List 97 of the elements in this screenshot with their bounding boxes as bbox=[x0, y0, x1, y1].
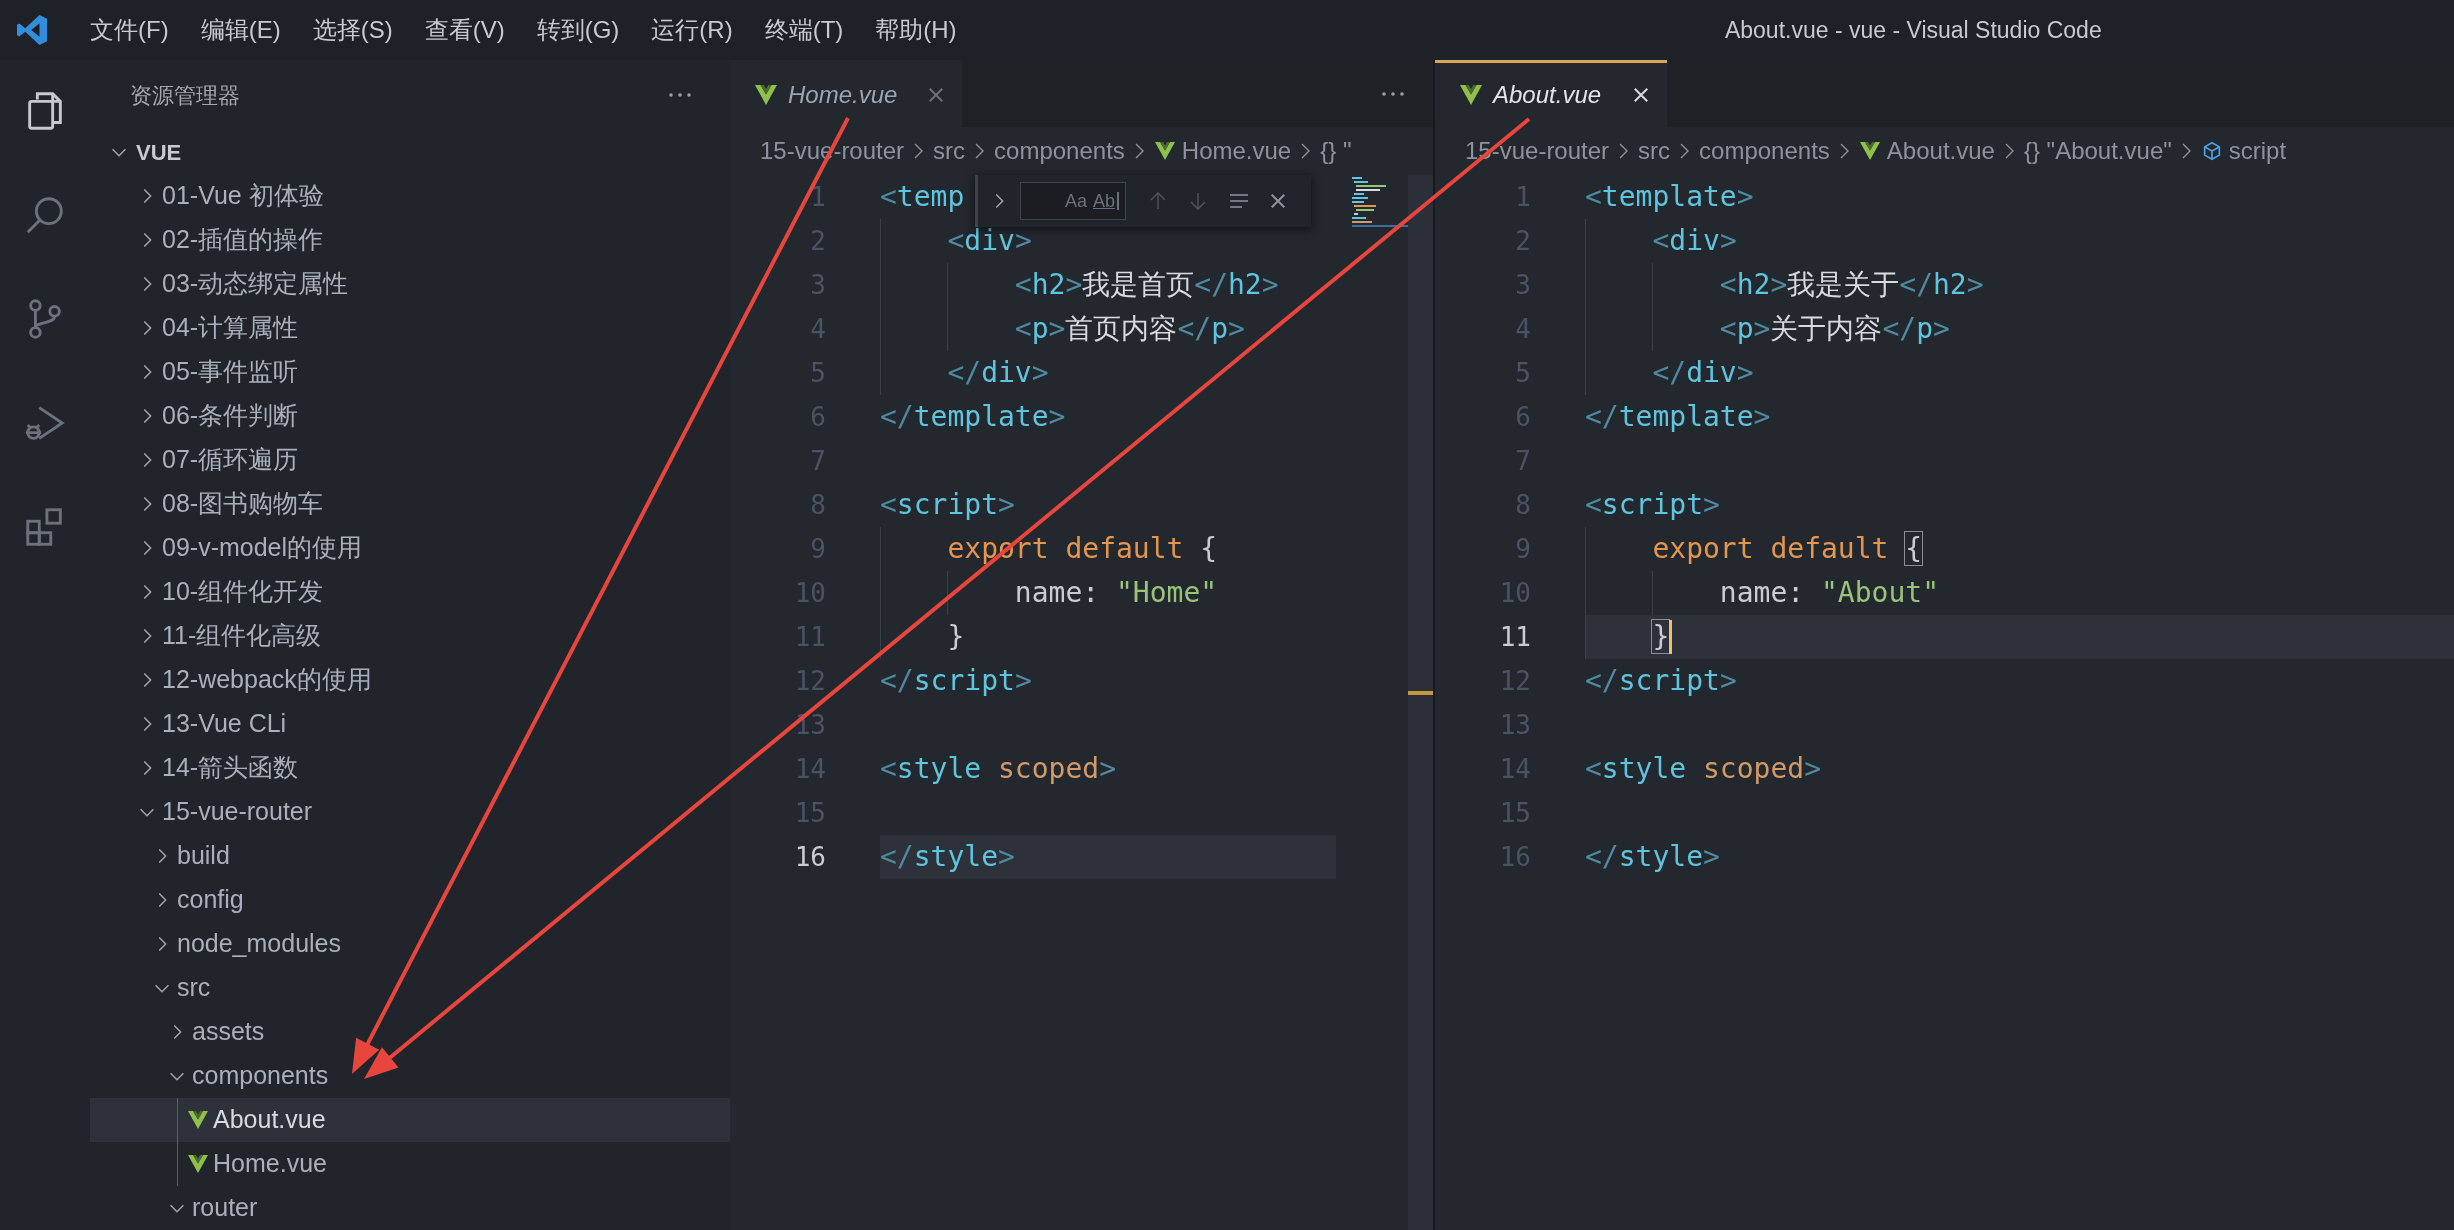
breadcrumb-item[interactable]: components bbox=[1699, 133, 1830, 169]
tree-item[interactable]: build bbox=[90, 834, 730, 878]
section-header[interactable]: VUE bbox=[90, 130, 730, 174]
tree-item[interactable]: 13-Vue CLi bbox=[90, 702, 730, 746]
menu-item[interactable]: 帮助(H) bbox=[859, 8, 973, 52]
vue-file-icon bbox=[754, 84, 778, 106]
vscode-logo bbox=[14, 12, 50, 48]
code-line: </div> bbox=[1651, 355, 1754, 391]
chevron-icon bbox=[1619, 143, 1629, 159]
tree-item[interactable]: 08-图书购物车 bbox=[90, 482, 730, 526]
code-line: <h2>我是首页</h2> bbox=[1013, 267, 1279, 303]
tree-item[interactable]: About.vue bbox=[90, 1098, 730, 1142]
tree-item[interactable]: 04-计算属性 bbox=[90, 306, 730, 350]
breadcrumb-item[interactable]: {} " bbox=[1320, 133, 1352, 169]
code-line: <p>关于内容</p> bbox=[1718, 311, 1950, 347]
chevron-icon bbox=[2181, 143, 2191, 159]
code-line: <template> bbox=[1585, 179, 1754, 215]
tree-item[interactable]: src bbox=[90, 966, 730, 1010]
menu-item[interactable]: 文件(F) bbox=[74, 8, 185, 52]
code-line: <h2>我是关于</h2> bbox=[1718, 267, 1984, 303]
tree-item[interactable]: components bbox=[90, 1054, 730, 1098]
code-line: </template> bbox=[880, 399, 1066, 435]
tree-item[interactable]: 01-Vue 初体验 bbox=[90, 174, 730, 218]
tree-item[interactable]: 10-组件化开发 bbox=[90, 570, 730, 614]
code-line: name: "Home" bbox=[1013, 575, 1218, 611]
tree-item[interactable]: 02-插值的操作 bbox=[90, 218, 730, 262]
menu-item[interactable]: 终端(T) bbox=[748, 8, 860, 52]
chevron-icon bbox=[914, 143, 924, 159]
chevron-icon bbox=[1134, 143, 1144, 159]
tree-item[interactable]: Home.vue bbox=[90, 1142, 730, 1186]
tree-item[interactable]: node_modules bbox=[90, 922, 730, 966]
tree-item[interactable]: 05-事件监听 bbox=[90, 350, 730, 394]
window-title: About.vue - vue - Visual Studio Code bbox=[1724, 15, 2102, 45]
code-line: </script> bbox=[880, 663, 1032, 699]
vue-file-icon bbox=[1459, 84, 1483, 106]
code-line: } bbox=[946, 619, 965, 655]
breadcrumb-item[interactable]: src bbox=[933, 133, 966, 169]
code-line: <p>首页内容</p> bbox=[1013, 311, 1245, 347]
close-icon[interactable] bbox=[1268, 191, 1288, 211]
editor-tab[interactable]: Home.vue bbox=[730, 60, 962, 127]
scrollbar-mark bbox=[1408, 691, 1433, 695]
editor-tab[interactable]: About.vue bbox=[1435, 60, 1667, 127]
line-number: 16 bbox=[793, 841, 826, 874]
scrollbar-track[interactable] bbox=[1408, 175, 1433, 1230]
tree-item[interactable]: 07-循环遍历 bbox=[90, 438, 730, 482]
tree-item[interactable]: 03-动态绑定属性 bbox=[90, 262, 730, 306]
code-line: <temp bbox=[880, 179, 965, 215]
tree-item[interactable]: 15-vue-router bbox=[90, 790, 730, 834]
vue-file-icon bbox=[1153, 141, 1176, 161]
chevron-icon bbox=[1680, 143, 1690, 159]
chevron-icon bbox=[1839, 143, 1849, 159]
code-line: <style scoped> bbox=[880, 751, 1117, 787]
tree-item[interactable]: 06-条件判断 bbox=[90, 394, 730, 438]
code-line: export default { bbox=[1651, 531, 1923, 567]
menu-item[interactable]: 查看(V) bbox=[408, 8, 521, 52]
tree-item[interactable]: 12-webpack的使用 bbox=[90, 658, 730, 702]
menu-item[interactable]: 编辑(E) bbox=[184, 8, 297, 52]
menu-item[interactable]: 转到(G) bbox=[520, 8, 636, 52]
code-line: </div> bbox=[946, 355, 1049, 391]
tree-item[interactable]: assets bbox=[90, 1010, 730, 1054]
code-line: <script> bbox=[1585, 487, 1720, 523]
menu-item[interactable]: 运行(R) bbox=[635, 8, 749, 52]
code-line: </style> bbox=[880, 839, 1015, 875]
breadcrumb-item[interactable]: Home.vue bbox=[1153, 133, 1292, 169]
tree-item[interactable]: 11-组件化高级 bbox=[90, 614, 730, 658]
tree-item[interactable]: 14-箭头函数 bbox=[90, 746, 730, 790]
tree-item[interactable]: 09-v-model的使用 bbox=[90, 526, 730, 570]
text-cursor bbox=[1669, 620, 1673, 654]
explorer-title: 资源管理器 bbox=[130, 81, 240, 110]
breadcrumb-item[interactable]: {} "About.vue" bbox=[2023, 133, 2172, 169]
chevron-icon bbox=[2004, 143, 2014, 159]
code-line: } bbox=[1651, 619, 1670, 655]
line-number: 11 bbox=[1498, 621, 1531, 654]
code-line: <style scoped> bbox=[1585, 751, 1822, 787]
code-line: </style> bbox=[1585, 839, 1720, 875]
more-icon[interactable] bbox=[668, 92, 692, 98]
code-line: <script> bbox=[880, 487, 1015, 523]
close-icon[interactable] bbox=[1631, 85, 1651, 105]
breadcrumb-item[interactable]: About.vue bbox=[1858, 133, 1995, 169]
chevron-icon bbox=[1301, 143, 1311, 159]
breadcrumb-item[interactable]: components bbox=[994, 133, 1125, 169]
minimap-drawing[interactable] bbox=[1352, 177, 1408, 229]
code-line: <div> bbox=[946, 223, 1032, 259]
breadcrumb-item[interactable]: src bbox=[1638, 133, 1671, 169]
more-icon[interactable] bbox=[1381, 90, 1405, 97]
vue-file-icon bbox=[187, 1110, 209, 1130]
code-line: </script> bbox=[1585, 663, 1737, 699]
chevron-icon bbox=[975, 143, 985, 159]
vue-file-icon bbox=[1858, 141, 1881, 161]
vue-file-icon bbox=[187, 1154, 209, 1174]
tree-item[interactable]: router bbox=[90, 1186, 730, 1230]
code-line: <div> bbox=[1651, 223, 1737, 259]
tree-item[interactable]: config bbox=[90, 878, 730, 922]
code-line: name: "About" bbox=[1718, 575, 1940, 611]
menu-item[interactable]: 选择(S) bbox=[296, 8, 409, 52]
breadcrumb-item[interactable]: script bbox=[2200, 133, 2287, 169]
code-line: </template> bbox=[1585, 399, 1771, 435]
